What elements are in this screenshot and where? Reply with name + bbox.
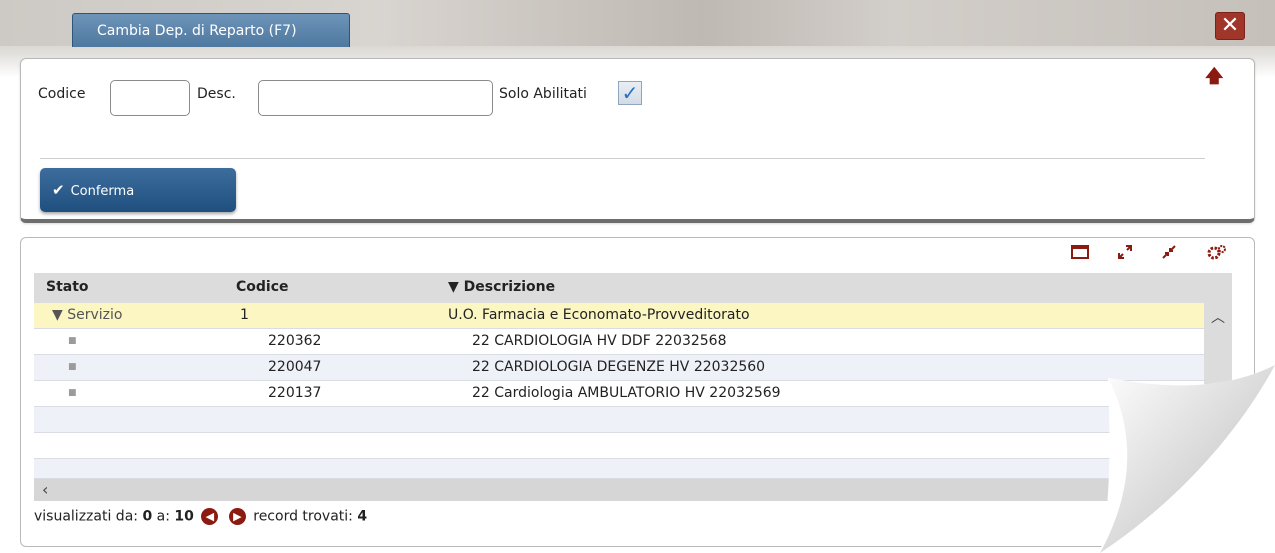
- horizontal-scrollbar[interactable]: ‹: [34, 479, 1232, 501]
- check-icon: ✔: [52, 181, 65, 199]
- collapse-icon[interactable]: [1161, 244, 1177, 264]
- pager-from-value: 0: [142, 508, 153, 525]
- confirm-label: Conferma: [70, 184, 135, 199]
- column-header-stato[interactable]: Stato: [46, 279, 89, 295]
- vertical-scrollbar[interactable]: ︿: [1204, 303, 1232, 479]
- pager-range-label: visualizzati da:: [34, 508, 138, 525]
- empty-row: [34, 433, 1204, 459]
- expand-icon[interactable]: [1117, 244, 1133, 264]
- empty-row: [34, 407, 1204, 433]
- row-descrizione: 22 Cardiologia AMBULATORIO HV 22032569: [472, 385, 781, 401]
- dialog-title: Cambia Dep. di Reparto (F7): [97, 23, 297, 39]
- row-stato: ■: [68, 362, 77, 372]
- pager-to-label: a:: [156, 508, 170, 525]
- row-codice: 220137: [268, 385, 322, 401]
- solo-abilitati-label: Solo Abilitati: [499, 86, 587, 102]
- confirm-button[interactable]: ✔ Conferma: [40, 168, 236, 212]
- window-icon[interactable]: [1071, 244, 1089, 263]
- codice-input[interactable]: [110, 80, 190, 116]
- row-descrizione: 22 CARDIOLOGIA DEGENZE HV 22032560: [472, 359, 766, 375]
- pager: visualizzati da: 0 a: 10 ◀ ▶ record trov…: [34, 508, 367, 525]
- row-stato: ■: [68, 336, 77, 346]
- row-stato: ▼ Servizio: [52, 307, 123, 323]
- row-descrizione: 22 CARDIOLOGIA HV DDF 22032568: [472, 333, 727, 349]
- arrow-up-icon[interactable]: 🡅: [1205, 64, 1224, 94]
- row-codice: 220362: [268, 333, 322, 349]
- divider: [40, 158, 1205, 159]
- row-stato: ■: [68, 388, 77, 398]
- table-row[interactable]: ■ 220137 22 Cardiologia AMBULATORIO HV 2…: [34, 381, 1204, 407]
- chevron-up-icon[interactable]: ︿: [1211, 307, 1225, 327]
- solo-abilitati-checkbox[interactable]: ✓: [618, 81, 642, 105]
- row-codice: 220047: [268, 359, 322, 375]
- desc-input[interactable]: [258, 80, 493, 116]
- row-codice: 1: [240, 307, 249, 323]
- next-page-icon[interactable]: ▶: [228, 508, 246, 525]
- table-row[interactable]: ▼ Servizio 1 U.O. Farmacia e Economato-P…: [34, 303, 1204, 329]
- codice-label: Codice: [38, 86, 86, 102]
- pager-found-value: 4: [357, 508, 368, 525]
- table-row[interactable]: ■ 220362 22 CARDIOLOGIA HV DDF 22032568: [34, 329, 1204, 355]
- dialog-title-tab: Cambia Dep. di Reparto (F7): [72, 13, 350, 47]
- settings-icon[interactable]: [1207, 244, 1227, 264]
- column-header-descrizione[interactable]: ▼ Descrizione: [448, 279, 555, 295]
- pager-to-value: 10: [174, 508, 194, 525]
- table-row[interactable]: ■ 220047 22 CARDIOLOGIA DEGENZE HV 22032…: [34, 355, 1204, 381]
- row-descrizione: U.O. Farmacia e Economato-Provveditorato: [448, 307, 750, 323]
- chevron-left-icon[interactable]: ‹: [42, 480, 48, 499]
- previous-page-icon[interactable]: ◀: [201, 508, 219, 525]
- column-header-codice[interactable]: Codice: [236, 279, 289, 295]
- grid-header: Stato Codice ▼ Descrizione: [34, 273, 1232, 303]
- desc-label: Desc.: [197, 86, 236, 102]
- checkmark-icon: ✓: [621, 81, 639, 105]
- close-button[interactable]: ✕: [1215, 12, 1245, 40]
- close-icon: ✕: [1220, 13, 1240, 38]
- pager-found-label: record trovati:: [253, 508, 353, 525]
- empty-row: [34, 459, 1204, 479]
